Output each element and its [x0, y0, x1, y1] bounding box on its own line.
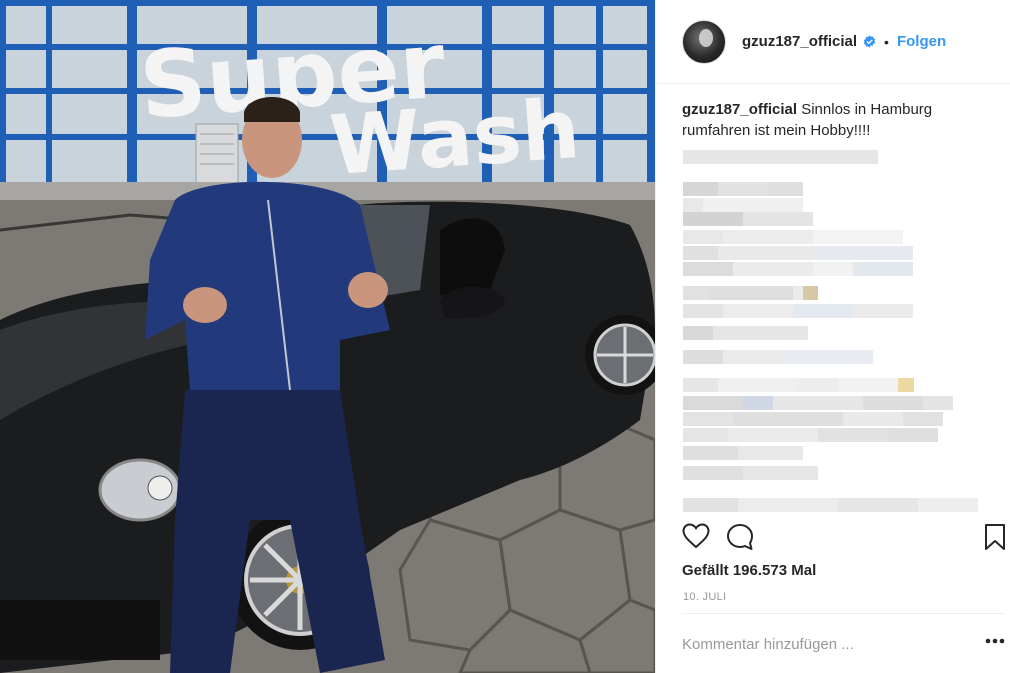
header-username[interactable]: gzuz187_official	[742, 33, 857, 50]
caption-username[interactable]: gzuz187_official	[682, 101, 797, 118]
pixel-row	[683, 182, 803, 196]
post-header: gzuz187_official • Folgen	[656, 0, 1010, 84]
post-details-panel: gzuz187_official • Folgen gzuz187_offici…	[655, 0, 1010, 673]
post-photo[interactable]: Super Wash	[0, 0, 655, 673]
pixel-row	[683, 326, 808, 340]
pixel-row	[683, 246, 913, 260]
pixel-row	[683, 446, 803, 460]
caption: gzuz187_official Sinnlos in Hamburg rumf…	[682, 99, 982, 141]
sign-wash: Wash	[327, 82, 583, 194]
follow-button[interactable]: Folgen	[897, 33, 946, 50]
pixel-row	[683, 198, 803, 212]
pixel-row	[683, 428, 938, 442]
pixel-row	[683, 304, 913, 318]
pixel-row	[683, 286, 818, 300]
pixel-row	[683, 230, 903, 244]
pixel-row	[683, 212, 813, 226]
post-actions	[682, 523, 1005, 553]
pixel-row	[683, 466, 818, 480]
comment-input[interactable]: Kommentar hinzufügen ...	[682, 636, 854, 653]
header-separator: •	[884, 33, 889, 50]
pixel-row	[683, 498, 978, 512]
pixel-row	[683, 396, 953, 410]
pixel-row	[683, 412, 943, 426]
pixel-row	[683, 150, 878, 164]
avatar[interactable]	[682, 19, 726, 64]
comment-bar: Kommentar hinzufügen ...	[682, 613, 1005, 673]
pixel-row	[683, 262, 913, 276]
heart-outline-icon[interactable]	[682, 523, 710, 549]
pixel-row	[683, 350, 873, 364]
pixel-row	[683, 378, 914, 392]
ellipsis-icon[interactable]	[985, 638, 1005, 644]
verified-badge-icon	[863, 35, 876, 48]
post-date[interactable]: 10. JULI	[683, 591, 726, 603]
comment-bubble-icon[interactable]	[726, 523, 754, 551]
bookmark-outline-icon[interactable]	[984, 523, 1006, 551]
pixelated-comments	[683, 150, 989, 520]
likes-count[interactable]: Gefällt 196.573 Mal	[682, 562, 816, 579]
